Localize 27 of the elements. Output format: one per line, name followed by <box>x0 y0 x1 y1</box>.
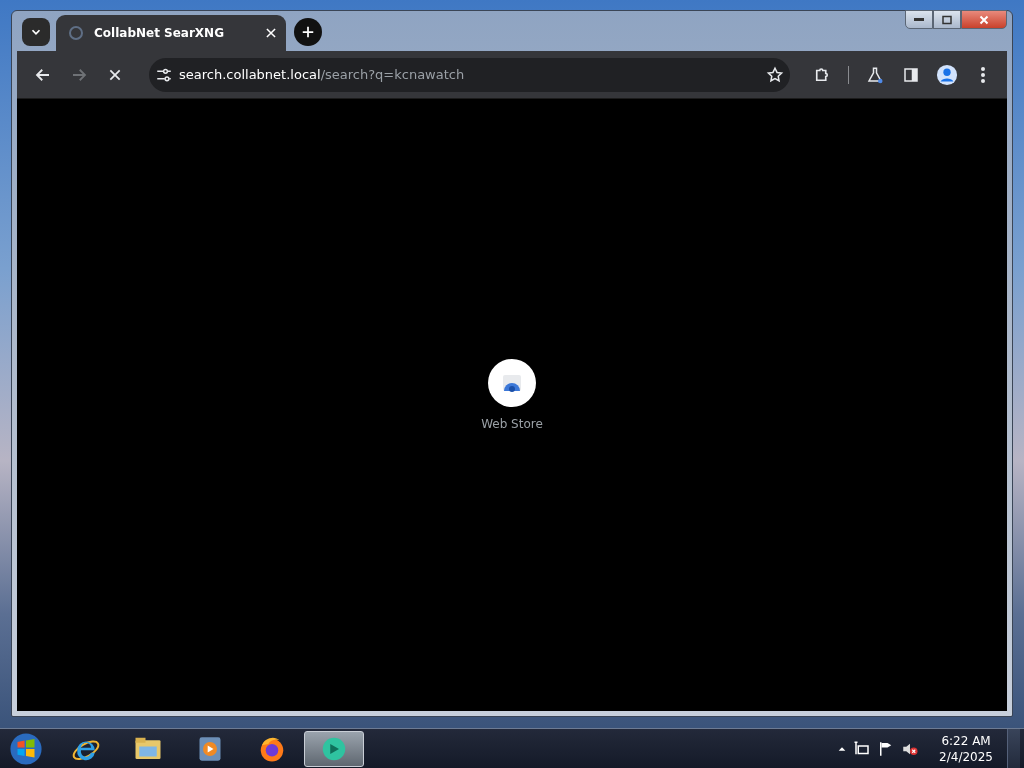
web-store-app-icon[interactable] <box>488 359 536 407</box>
puzzle-icon <box>813 65 831 84</box>
maximize-icon <box>941 13 953 26</box>
url-text: search.collabnet.local/search?q=kcnawatch <box>179 67 466 82</box>
flask-icon <box>866 65 884 84</box>
minimize-icon <box>914 18 924 21</box>
more-vertical-icon <box>981 66 985 83</box>
windows-orb-icon <box>9 731 43 766</box>
browser-tab[interactable]: CollabNet SearXNG <box>56 15 286 51</box>
avatar-icon <box>936 63 958 86</box>
close-button[interactable] <box>961 10 1007 29</box>
minimize-button[interactable] <box>905 10 933 29</box>
app-label: Web Store <box>481 417 543 431</box>
tab-search-button[interactable] <box>22 18 50 46</box>
maximize-button[interactable] <box>933 10 961 29</box>
address-bar[interactable]: search.collabnet.local/search?q=kcnawatch <box>149 57 790 92</box>
close-icon <box>978 13 990 26</box>
side-panel-icon <box>902 65 920 84</box>
close-icon[interactable] <box>264 26 278 40</box>
clock[interactable]: 6:22 AM 2/4/2025 <box>939 732 993 765</box>
star-icon[interactable] <box>766 65 784 84</box>
plus-icon <box>301 25 315 39</box>
globe-icon <box>68 25 84 41</box>
new-tab-button[interactable] <box>294 18 322 46</box>
taskbar-app-button[interactable] <box>304 730 364 767</box>
tab-title: CollabNet SearXNG <box>94 26 225 40</box>
show-desktop-button[interactable] <box>1007 728 1020 768</box>
